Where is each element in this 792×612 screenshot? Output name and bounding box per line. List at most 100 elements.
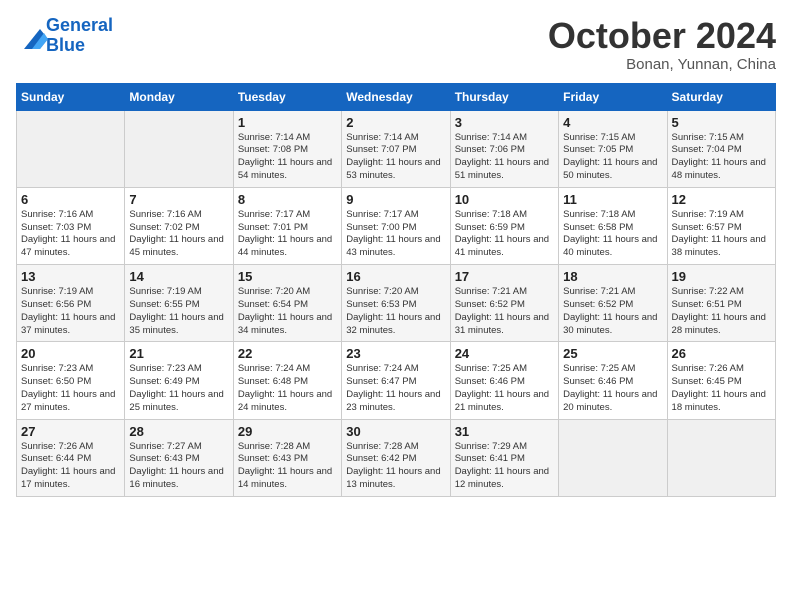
calendar-cell: 28 Sunrise: 7:27 AM Sunset: 6:43 PM Dayli… xyxy=(125,419,233,496)
calendar-cell: 12 Sunrise: 7:19 AM Sunset: 6:57 PM Dayli… xyxy=(667,187,775,264)
day-info: Sunrise: 7:18 AM Sunset: 6:59 PM Dayligh… xyxy=(455,209,554,260)
day-info: Sunrise: 7:20 AM Sunset: 6:53 PM Dayligh… xyxy=(346,286,445,337)
calendar-cell: 18Sunrise: 7:21 AM Sunset: 6:52 PM Dayli… xyxy=(559,265,667,342)
day-number: 28 xyxy=(129,424,228,439)
title-area: October 2024 Bonan, Yunnan, China xyxy=(548,16,776,73)
calendar-cell: 27 Sunrise: 7:26 AM Sunset: 6:44 PM Dayli… xyxy=(17,419,125,496)
calendar-cell: 19 Sunrise: 7:22 AM Sunset: 6:51 PM Dayli… xyxy=(667,265,775,342)
day-info: Sunrise: 7:16 AM Sunset: 7:02 PM Dayligh… xyxy=(129,209,228,260)
calendar-week-row: 6Sunrise: 7:16 AM Sunset: 7:03 PM Daylig… xyxy=(17,187,776,264)
day-info: Sunrise: 7:26 AM Sunset: 6:45 PM Dayligh… xyxy=(672,363,771,414)
day-info: Sunrise: 7:19 AM Sunset: 6:55 PM Dayligh… xyxy=(129,286,228,337)
calendar-week-row: 13 Sunrise: 7:19 AM Sunset: 6:56 PM Dayli… xyxy=(17,265,776,342)
day-number: 6 xyxy=(21,192,120,207)
day-info: Sunrise: 7:19 AM Sunset: 6:56 PM Dayligh… xyxy=(21,286,120,337)
day-info: Sunrise: 7:17 AM Sunset: 7:01 PM Dayligh… xyxy=(238,209,337,260)
day-info: Sunrise: 7:18 AM Sunset: 6:58 PM Dayligh… xyxy=(563,209,662,260)
calendar-cell: 7Sunrise: 7:16 AM Sunset: 7:02 PM Daylig… xyxy=(125,187,233,264)
weekday-header-monday: Monday xyxy=(125,83,233,110)
day-number: 29 xyxy=(238,424,337,439)
day-number: 30 xyxy=(346,424,445,439)
calendar-cell: 20Sunrise: 7:23 AM Sunset: 6:50 PM Dayli… xyxy=(17,342,125,419)
day-number: 27 xyxy=(21,424,120,439)
calendar-cell xyxy=(125,110,233,187)
weekday-header-sunday: Sunday xyxy=(17,83,125,110)
day-info: Sunrise: 7:23 AM Sunset: 6:49 PM Dayligh… xyxy=(129,363,228,414)
weekday-header-saturday: Saturday xyxy=(667,83,775,110)
day-number: 8 xyxy=(238,192,337,207)
calendar-cell xyxy=(559,419,667,496)
calendar-cell: 10 Sunrise: 7:18 AM Sunset: 6:59 PM Dayli… xyxy=(450,187,558,264)
day-number: 1 xyxy=(238,115,337,130)
calendar-week-row: 27 Sunrise: 7:26 AM Sunset: 6:44 PM Dayli… xyxy=(17,419,776,496)
day-number: 4 xyxy=(563,115,662,130)
calendar-cell: 14Sunrise: 7:19 AM Sunset: 6:55 PM Dayli… xyxy=(125,265,233,342)
day-number: 31 xyxy=(455,424,554,439)
day-info: Sunrise: 7:22 AM Sunset: 6:51 PM Dayligh… xyxy=(672,286,771,337)
calendar-table: SundayMondayTuesdayWednesdayThursdayFrid… xyxy=(16,83,776,497)
day-info: Sunrise: 7:21 AM Sunset: 6:52 PM Dayligh… xyxy=(455,286,554,337)
day-number: 16 xyxy=(346,269,445,284)
day-number: 15 xyxy=(238,269,337,284)
day-info: Sunrise: 7:14 AM Sunset: 7:08 PM Dayligh… xyxy=(238,132,337,183)
weekday-header-row: SundayMondayTuesdayWednesdayThursdayFrid… xyxy=(17,83,776,110)
day-number: 9 xyxy=(346,192,445,207)
calendar-cell: 26 Sunrise: 7:26 AM Sunset: 6:45 PM Dayli… xyxy=(667,342,775,419)
logo: General Blue xyxy=(16,16,113,56)
calendar-cell: 3Sunrise: 7:14 AM Sunset: 7:06 PM Daylig… xyxy=(450,110,558,187)
day-number: 2 xyxy=(346,115,445,130)
day-number: 22 xyxy=(238,346,337,361)
day-info: Sunrise: 7:15 AM Sunset: 7:04 PM Dayligh… xyxy=(672,132,771,183)
calendar-cell: 5 Sunrise: 7:15 AM Sunset: 7:04 PM Daylig… xyxy=(667,110,775,187)
day-number: 24 xyxy=(455,346,554,361)
day-info: Sunrise: 7:28 AM Sunset: 6:43 PM Dayligh… xyxy=(238,441,337,492)
calendar-cell: 22 Sunrise: 7:24 AM Sunset: 6:48 PM Dayli… xyxy=(233,342,341,419)
day-info: Sunrise: 7:24 AM Sunset: 6:48 PM Dayligh… xyxy=(238,363,337,414)
calendar-cell xyxy=(667,419,775,496)
day-number: 12 xyxy=(672,192,771,207)
day-number: 21 xyxy=(129,346,228,361)
day-info: Sunrise: 7:25 AM Sunset: 6:46 PM Dayligh… xyxy=(455,363,554,414)
day-info: Sunrise: 7:28 AM Sunset: 6:42 PM Dayligh… xyxy=(346,441,445,492)
calendar-cell: 21 Sunrise: 7:23 AM Sunset: 6:49 PM Dayli… xyxy=(125,342,233,419)
calendar-week-row: 20Sunrise: 7:23 AM Sunset: 6:50 PM Dayli… xyxy=(17,342,776,419)
weekday-header-friday: Friday xyxy=(559,83,667,110)
calendar-cell: 1 Sunrise: 7:14 AM Sunset: 7:08 PM Daylig… xyxy=(233,110,341,187)
calendar-cell: 23Sunrise: 7:24 AM Sunset: 6:47 PM Dayli… xyxy=(342,342,450,419)
day-number: 11 xyxy=(563,192,662,207)
calendar-week-row: 1 Sunrise: 7:14 AM Sunset: 7:08 PM Daylig… xyxy=(17,110,776,187)
day-number: 17 xyxy=(455,269,554,284)
day-number: 10 xyxy=(455,192,554,207)
calendar-cell: 16 Sunrise: 7:20 AM Sunset: 6:53 PM Dayli… xyxy=(342,265,450,342)
day-info: Sunrise: 7:23 AM Sunset: 6:50 PM Dayligh… xyxy=(21,363,120,414)
day-number: 5 xyxy=(672,115,771,130)
logo-icon xyxy=(16,25,44,47)
day-info: Sunrise: 7:21 AM Sunset: 6:52 PM Dayligh… xyxy=(563,286,662,337)
day-info: Sunrise: 7:29 AM Sunset: 6:41 PM Dayligh… xyxy=(455,441,554,492)
month-title: October 2024 xyxy=(548,16,776,56)
calendar-cell: 9Sunrise: 7:17 AM Sunset: 7:00 PM Daylig… xyxy=(342,187,450,264)
calendar-cell: 31 Sunrise: 7:29 AM Sunset: 6:41 PM Dayli… xyxy=(450,419,558,496)
day-number: 3 xyxy=(455,115,554,130)
day-info: Sunrise: 7:19 AM Sunset: 6:57 PM Dayligh… xyxy=(672,209,771,260)
day-info: Sunrise: 7:26 AM Sunset: 6:44 PM Dayligh… xyxy=(21,441,120,492)
calendar-cell: 30 Sunrise: 7:28 AM Sunset: 6:42 PM Dayli… xyxy=(342,419,450,496)
calendar-cell: 8 Sunrise: 7:17 AM Sunset: 7:01 PM Daylig… xyxy=(233,187,341,264)
day-info: Sunrise: 7:14 AM Sunset: 7:07 PM Dayligh… xyxy=(346,132,445,183)
day-info: Sunrise: 7:27 AM Sunset: 6:43 PM Dayligh… xyxy=(129,441,228,492)
calendar-cell: 15Sunrise: 7:20 AM Sunset: 6:54 PM Dayli… xyxy=(233,265,341,342)
day-number: 13 xyxy=(21,269,120,284)
calendar-cell: 6Sunrise: 7:16 AM Sunset: 7:03 PM Daylig… xyxy=(17,187,125,264)
logo-text: General Blue xyxy=(46,16,113,56)
day-info: Sunrise: 7:15 AM Sunset: 7:05 PM Dayligh… xyxy=(563,132,662,183)
day-number: 19 xyxy=(672,269,771,284)
calendar-cell: 11 Sunrise: 7:18 AM Sunset: 6:58 PM Dayli… xyxy=(559,187,667,264)
page-header: General Blue October 2024 Bonan, Yunnan,… xyxy=(16,16,776,73)
day-number: 23 xyxy=(346,346,445,361)
day-number: 25 xyxy=(563,346,662,361)
weekday-header-thursday: Thursday xyxy=(450,83,558,110)
day-number: 26 xyxy=(672,346,771,361)
day-info: Sunrise: 7:25 AM Sunset: 6:46 PM Dayligh… xyxy=(563,363,662,414)
calendar-cell: 25 Sunrise: 7:25 AM Sunset: 6:46 PM Dayli… xyxy=(559,342,667,419)
calendar-cell xyxy=(17,110,125,187)
